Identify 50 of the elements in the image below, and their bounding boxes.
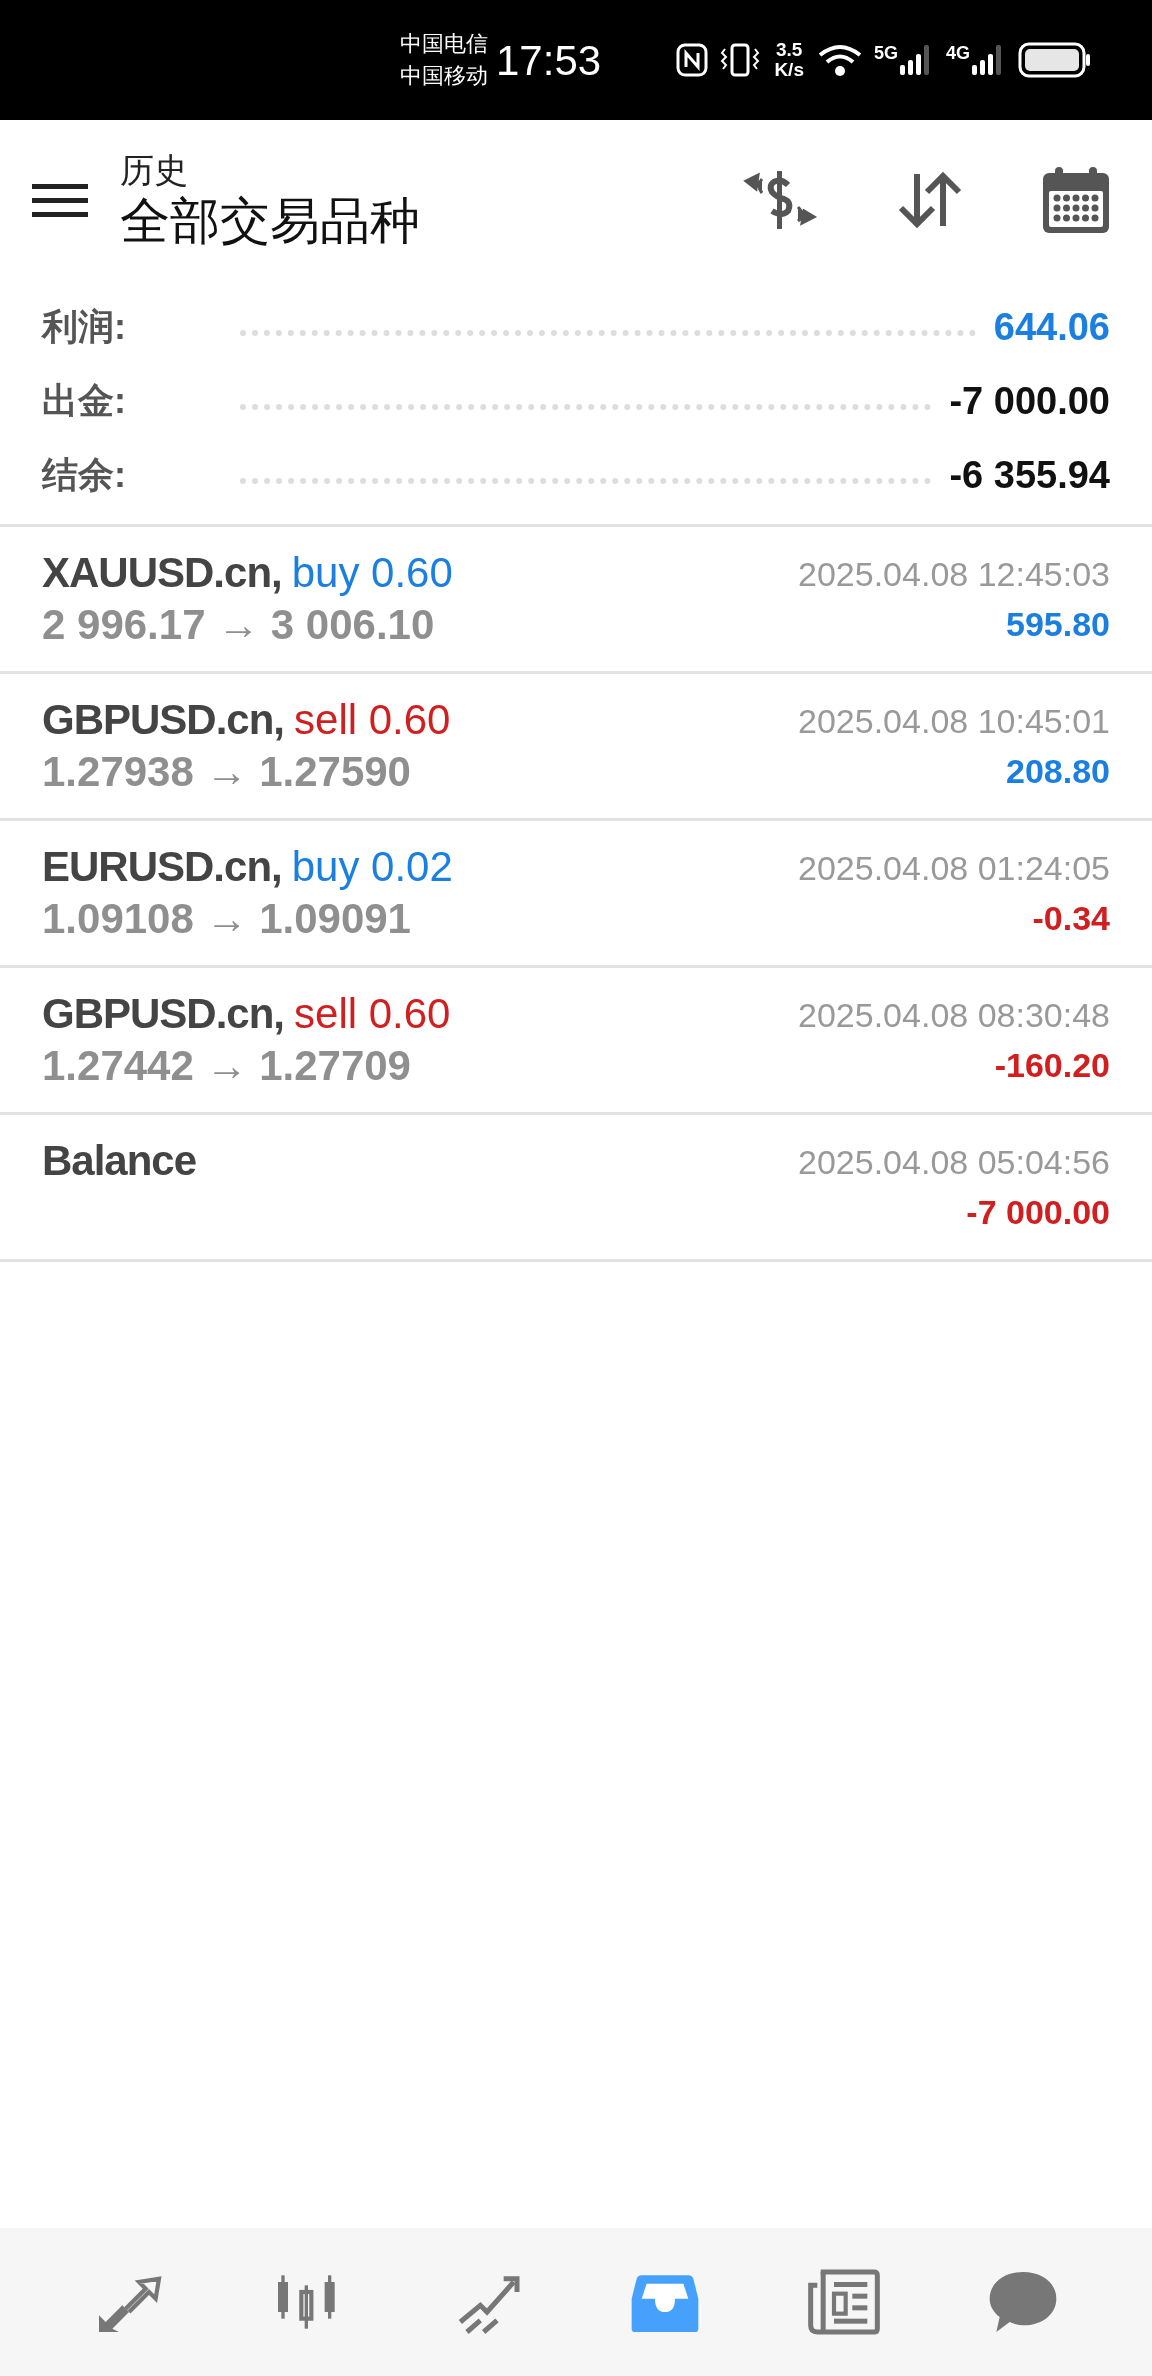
price-range: 1.27938 → 1.27590 bbox=[42, 747, 412, 797]
symbol-label: GBPUSD.cn, bbox=[42, 989, 285, 1039]
deal-time: 2025.04.08 08:30:48 bbox=[798, 995, 1110, 1036]
deal-profit: 595.80 bbox=[1006, 604, 1110, 645]
deal-time: 2025.04.08 12:45:03 bbox=[798, 554, 1110, 595]
speed-unit: K/s bbox=[774, 60, 804, 80]
symbol-label: EURUSD.cn, bbox=[42, 842, 282, 892]
price-range: 1.09108 → 1.09091 bbox=[42, 894, 412, 944]
battery-icon bbox=[1018, 42, 1092, 78]
price-range: 2 996.17 → 3 006.10 bbox=[42, 600, 436, 650]
nfc-icon bbox=[676, 43, 709, 77]
deal-type: buy 0.02 bbox=[291, 842, 453, 892]
deal-type: sell 0.60 bbox=[294, 695, 451, 745]
menu-icon bbox=[32, 182, 88, 218]
wifi-icon bbox=[817, 43, 862, 77]
deal-time: 2025.04.08 05:04:56 bbox=[798, 1142, 1110, 1183]
symbol-label: Balance bbox=[42, 1136, 197, 1186]
carrier-name: 中国电信 bbox=[400, 30, 488, 58]
deal-profit: 208.80 bbox=[1006, 751, 1110, 792]
deal-time: 2025.04.08 10:45:01 bbox=[798, 701, 1110, 742]
header-subtitle: 历史 bbox=[120, 150, 189, 191]
deal-profit: -7 000.00 bbox=[966, 1192, 1110, 1233]
summary-value: -6 355.94 bbox=[949, 452, 1110, 498]
network-type: 4G bbox=[946, 43, 970, 63]
deal-row[interactable]: GBPUSD.cn, sell 0.60 1.27442 → 1.27709 2025.04.08 08:30:48 -160.20 bbox=[0, 968, 1152, 1115]
sort-icon bbox=[897, 170, 963, 230]
clock: 17:53 bbox=[496, 35, 602, 86]
deal-row[interactable]: EURUSD.cn, buy 0.02 1.09108 → 1.09091 2025.04.08 01:24:05 -0.34 bbox=[0, 821, 1152, 968]
carrier-name: 中国移动 bbox=[400, 62, 488, 90]
summary-label: 利润: bbox=[42, 305, 127, 349]
summary-label: 出金: bbox=[42, 379, 127, 423]
deal-row[interactable]: XAUUSD.cn, buy 0.60 2 996.17 → 3 006.10 2025.04.08 12:45:03 595.80 bbox=[0, 527, 1152, 674]
summary-label: 结余: bbox=[42, 453, 127, 497]
network-type: 5G bbox=[873, 43, 898, 63]
deal-row[interactable]: GBPUSD.cn, sell 0.60 1.27938 → 1.27590 2025.04.08 10:45:01 208.80 bbox=[0, 674, 1152, 821]
deal-type: buy 0.60 bbox=[291, 548, 453, 598]
deal-row[interactable]: Balance 2025.04.08 05:04:56 -7 000.00 bbox=[0, 1115, 1152, 1262]
deal-type: sell 0.60 bbox=[294, 989, 451, 1039]
vibrate-icon bbox=[720, 43, 761, 77]
deal-profit: -0.34 bbox=[1032, 898, 1110, 939]
header-title: 全部交易品种 bbox=[120, 192, 420, 251]
deal-time: 2025.04.08 01:24:05 bbox=[798, 848, 1110, 889]
summary-value: 644.06 bbox=[993, 304, 1110, 350]
symbol-label: XAUUSD.cn, bbox=[42, 548, 282, 598]
deal-profit: -160.20 bbox=[994, 1045, 1110, 1086]
calendar-icon bbox=[1041, 165, 1111, 235]
symbol-label: GBPUSD.cn, bbox=[42, 695, 285, 745]
summary-value: -7 000.00 bbox=[949, 378, 1110, 424]
price-range: 1.27442 → 1.27709 bbox=[42, 1041, 412, 1091]
speed-value: 3.5 bbox=[775, 40, 803, 60]
